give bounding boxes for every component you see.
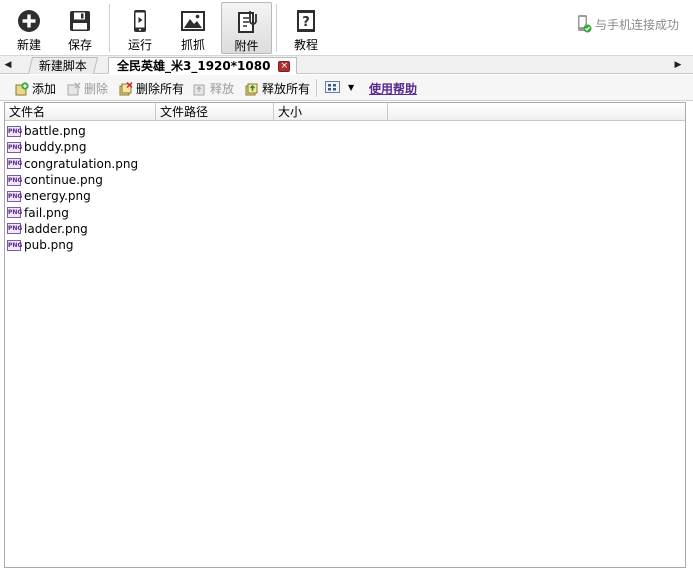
png-file-icon: PNG [7, 125, 23, 137]
image-capture-icon [180, 8, 206, 34]
release-all-button[interactable]: 释放所有 [245, 80, 310, 97]
release-button-label: 释放 [210, 82, 235, 96]
delete-all-button[interactable]: 删除所有 [119, 80, 184, 97]
list-item[interactable]: PNG energy.png [5, 188, 685, 204]
list-item[interactable]: PNG continue.png [5, 172, 685, 188]
delete-file-icon [67, 82, 81, 96]
chevron-down-icon: ▼ [348, 82, 355, 92]
svg-text:?: ? [302, 15, 310, 30]
tab-new-script-label: 新建脚本 [38, 59, 87, 73]
tab-scroll-right-arrow[interactable]: ▶ [673, 59, 683, 71]
add-button-label: 添加 [32, 82, 57, 96]
new-button[interactable]: 新建 [6, 2, 52, 54]
connection-status-text: 与手机连接成功 [594, 17, 679, 32]
tab-current-script-label: 全民英雄_米3_1920*1080 [117, 59, 271, 73]
help-link[interactable]: 使用帮助 [369, 80, 417, 97]
list-header: 文件名 文件路径 大小 [5, 103, 685, 121]
delete-button-label: 删除 [84, 82, 109, 96]
phone-play-icon [127, 8, 153, 34]
view-grid-icon [325, 80, 340, 94]
release-button[interactable]: 释放 [193, 80, 234, 97]
attachments-list: 文件名 文件路径 大小 PNG battle.png PNG buddy.png P… [4, 102, 686, 568]
file-name: ladder.png [24, 221, 88, 236]
file-name: battle.png [24, 124, 86, 139]
subtoolbar-divider [316, 79, 317, 97]
png-file-icon: PNG [7, 190, 23, 202]
tab-new-script[interactable]: 新建脚本 [27, 57, 99, 74]
attachments-button-label: 附件 [234, 39, 259, 53]
file-name: congratulation.png [24, 156, 139, 171]
tab-strip: ◀ 新建脚本 全民英雄_米3_1920*1080 × ▶ [0, 56, 693, 74]
save-button-label: 保存 [67, 38, 92, 52]
file-name: pub.png [24, 238, 74, 253]
list-item[interactable]: PNG buddy.png [5, 139, 685, 155]
file-name: energy.png [24, 189, 91, 204]
png-file-icon: PNG [7, 207, 23, 219]
tab-scroll-left-arrow[interactable]: ◀ [3, 59, 13, 71]
tab-current-script[interactable]: 全民英雄_米3_1920*1080 × [108, 57, 298, 74]
list-rows: PNG battle.png PNG buddy.png PNG congratula… [5, 123, 685, 253]
release-all-icon [245, 82, 259, 96]
file-name: continue.png [24, 173, 103, 188]
add-file-icon [15, 81, 29, 96]
help-book-icon: ? [293, 8, 319, 34]
png-file-icon: PNG [7, 174, 23, 186]
png-file-icon: PNG [7, 158, 23, 170]
toolbar-divider [276, 4, 277, 52]
list-item[interactable]: PNG fail.png [5, 204, 685, 220]
add-button[interactable]: 添加 [15, 80, 56, 97]
png-file-icon: PNG [7, 141, 23, 153]
file-name: fail.png [24, 205, 69, 220]
png-file-icon: PNG [7, 223, 23, 235]
tutorial-button-label: 教程 [293, 38, 318, 52]
release-all-button-label: 释放所有 [262, 82, 311, 96]
new-button-label: 新建 [16, 38, 41, 52]
column-header-size[interactable]: 大小 [274, 103, 388, 121]
plus-circle-icon [16, 8, 42, 34]
column-header-filename[interactable]: 文件名 [5, 103, 156, 121]
attachments-toolbar: 添加 删除 删除所有 释放 释放所有 ▼ 使用帮助 [0, 75, 693, 101]
run-button-label: 运行 [127, 38, 152, 52]
file-name: buddy.png [24, 140, 87, 155]
toolbar-divider [109, 4, 110, 52]
delete-all-icon [119, 81, 133, 96]
view-mode-dropdown[interactable]: ▼ [325, 80, 354, 94]
attachments-button[interactable]: 附件 [221, 2, 272, 54]
list-item[interactable]: PNG pub.png [5, 237, 685, 253]
png-file-icon: PNG [7, 239, 23, 251]
list-item[interactable]: PNG congratulation.png [5, 156, 685, 172]
list-item[interactable]: PNG ladder.png [5, 221, 685, 237]
run-button[interactable]: 运行 [117, 2, 163, 54]
release-file-icon [193, 82, 207, 96]
connection-status: 与手机连接成功 [576, 14, 679, 34]
list-item[interactable]: PNG battle.png [5, 123, 685, 139]
capture-button[interactable]: 抓抓 [170, 2, 216, 54]
delete-button[interactable]: 删除 [67, 80, 108, 97]
tutorial-button[interactable]: ? 教程 [283, 2, 329, 54]
help-link-label: 使用帮助 [369, 82, 418, 96]
floppy-disk-icon [67, 8, 93, 34]
main-toolbar: 新建 保存 运行 抓抓 附件 ? 教程 与手机连接成功 [0, 0, 693, 56]
save-button[interactable]: 保存 [57, 2, 103, 54]
column-header-filepath[interactable]: 文件路径 [156, 103, 274, 121]
phone-connected-icon [576, 14, 592, 34]
tab-close-icon[interactable]: × [278, 61, 291, 72]
delete-all-button-label: 删除所有 [136, 82, 185, 96]
paperclip-doc-icon [234, 9, 260, 35]
capture-button-label: 抓抓 [180, 38, 205, 52]
